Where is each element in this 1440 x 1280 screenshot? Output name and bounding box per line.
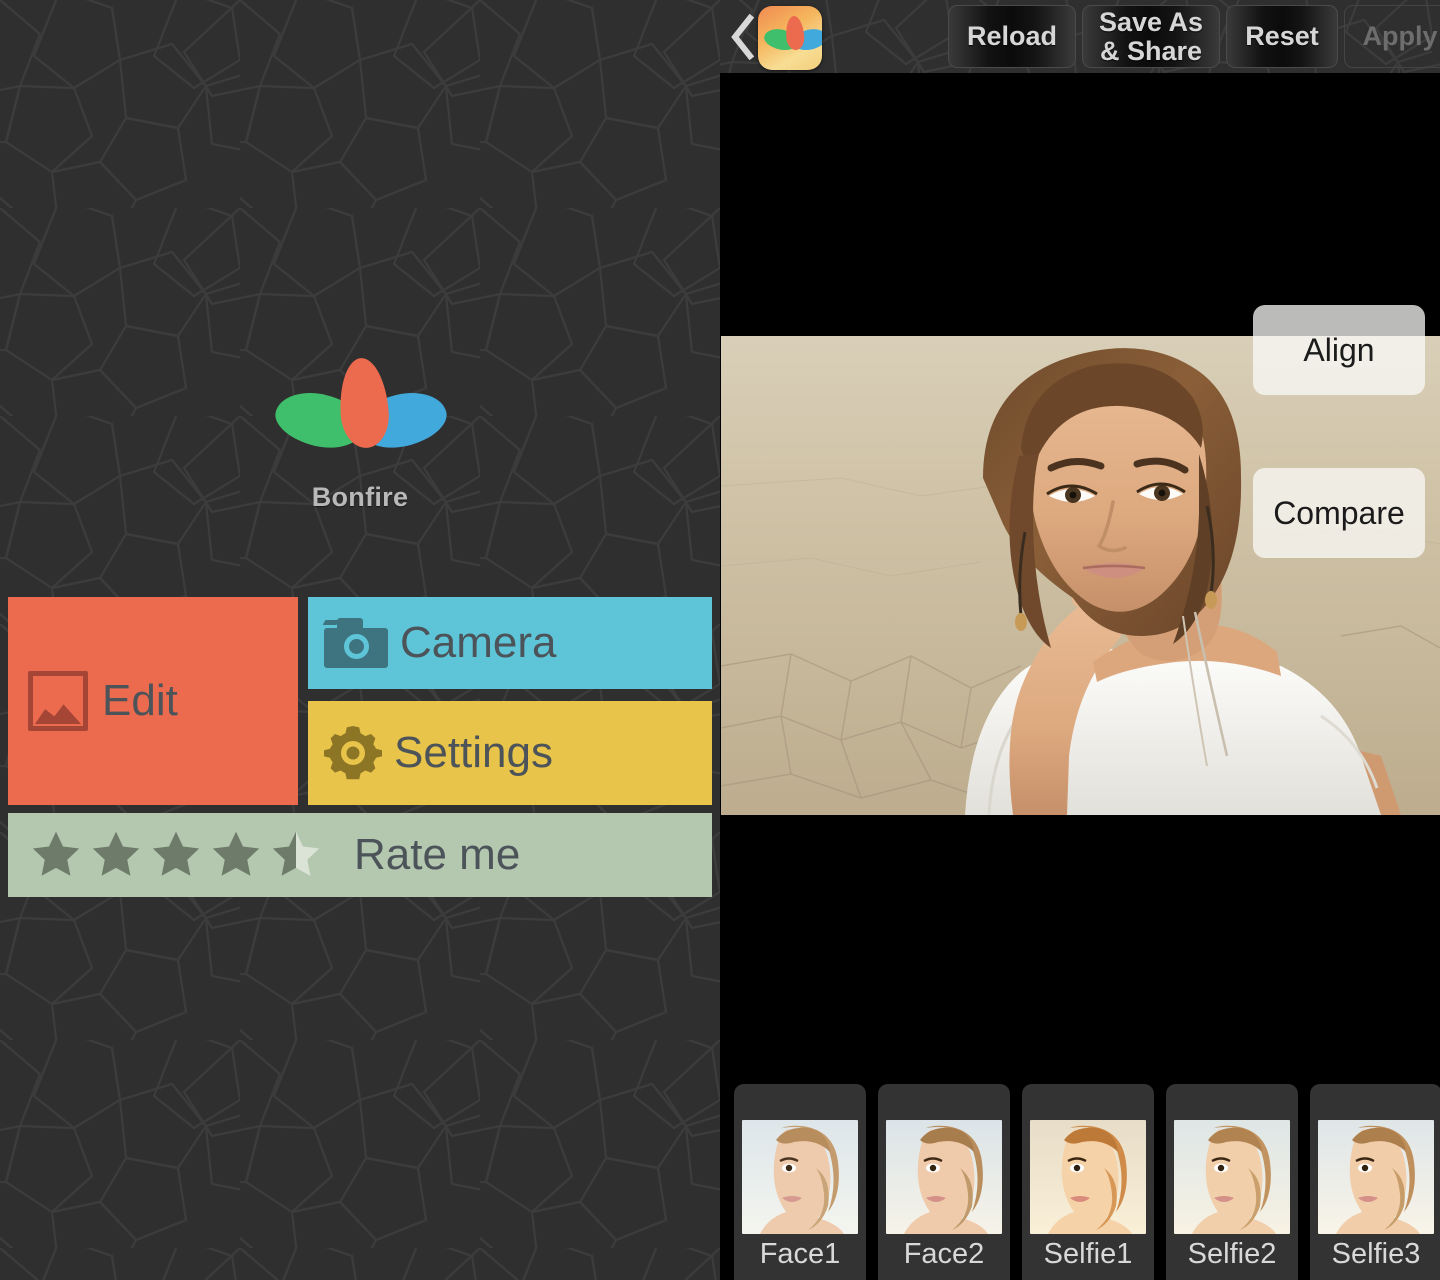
preset-thumb-image [742, 1120, 858, 1234]
compare-button[interactable]: Compare [1253, 468, 1425, 558]
preset-thumb-label: Selfie1 [1043, 1238, 1133, 1270]
preset-thumbnail-face1[interactable]: Face1 [734, 1084, 866, 1280]
app-name-label: Bonfire [311, 482, 409, 512]
rate-me-label: Rate me [354, 830, 521, 879]
preset-thumb-label: Face1 [759, 1238, 841, 1270]
preset-thumb-image [1030, 1120, 1146, 1234]
toolbar-divider [720, 73, 1440, 75]
tile-rate-me[interactable]: Rate me [8, 813, 712, 897]
preset-thumbnail-selfie3[interactable]: Selfie3 [1310, 1084, 1440, 1280]
home-tile-grid: Edit Camera Settings [8, 597, 712, 805]
reset-button[interactable]: Reset [1226, 5, 1338, 68]
photo-preview[interactable] [721, 336, 1440, 815]
left-panel: Bonfire Edit Camera Settings Rate me [0, 0, 720, 1280]
tile-settings[interactable]: Settings [308, 701, 712, 805]
tile-settings-label: Settings [394, 728, 553, 777]
camera-icon [322, 618, 388, 668]
tile-camera-label: Camera [400, 618, 557, 667]
tile-edit-label: Edit [102, 676, 178, 725]
preset-thumb-image [1318, 1120, 1434, 1234]
editor-toolbar: Reload Save As & Share Reset Apply [720, 0, 1440, 73]
three-leaf-logo-icon [270, 356, 452, 478]
preset-thumb-image [1174, 1120, 1290, 1234]
align-button[interactable]: Align [1253, 305, 1425, 395]
app-icon-petal-orange [784, 15, 806, 51]
reload-button[interactable]: Reload [948, 5, 1076, 68]
preset-thumb-label: Selfie2 [1187, 1238, 1277, 1270]
picture-icon [28, 671, 88, 731]
preset-thumb-label: Selfie3 [1331, 1238, 1421, 1270]
preset-thumb-image [886, 1120, 1002, 1234]
apply-button[interactable]: Apply [1344, 5, 1440, 68]
star-icon-5-half [268, 828, 324, 882]
tile-camera[interactable]: Camera [308, 597, 712, 689]
star-icon-3 [148, 828, 204, 882]
save-as-share-button[interactable]: Save As & Share [1082, 5, 1220, 68]
preset-thumbnail-selfie1[interactable]: Selfie1 [1022, 1084, 1154, 1280]
tile-edit[interactable]: Edit [8, 597, 298, 805]
star-icon-4 [208, 828, 264, 882]
save-as-line2: & Share [1099, 35, 1203, 66]
app-logo-icon[interactable] [758, 6, 822, 70]
star-icon-2 [88, 828, 144, 882]
preset-thumbnail-strip[interactable]: Face1 Face2 Selfie1 Selfie2 Selfie3 [720, 1082, 1440, 1280]
save-as-line1: Save As [1098, 7, 1204, 38]
star-icon-1 [28, 828, 84, 882]
preset-thumb-label: Face2 [903, 1238, 985, 1270]
back-chevron-icon[interactable] [726, 13, 756, 61]
preset-thumbnail-face2[interactable]: Face2 [878, 1084, 1010, 1280]
app-branding: Bonfire [0, 356, 720, 538]
gear-icon [324, 724, 382, 782]
star-rating[interactable] [28, 828, 324, 882]
preset-thumbnail-selfie2[interactable]: Selfie2 [1166, 1084, 1298, 1280]
edited-photo-image [721, 336, 1440, 815]
editor-panel: Reload Save As & Share Reset Apply Align… [720, 0, 1440, 1280]
